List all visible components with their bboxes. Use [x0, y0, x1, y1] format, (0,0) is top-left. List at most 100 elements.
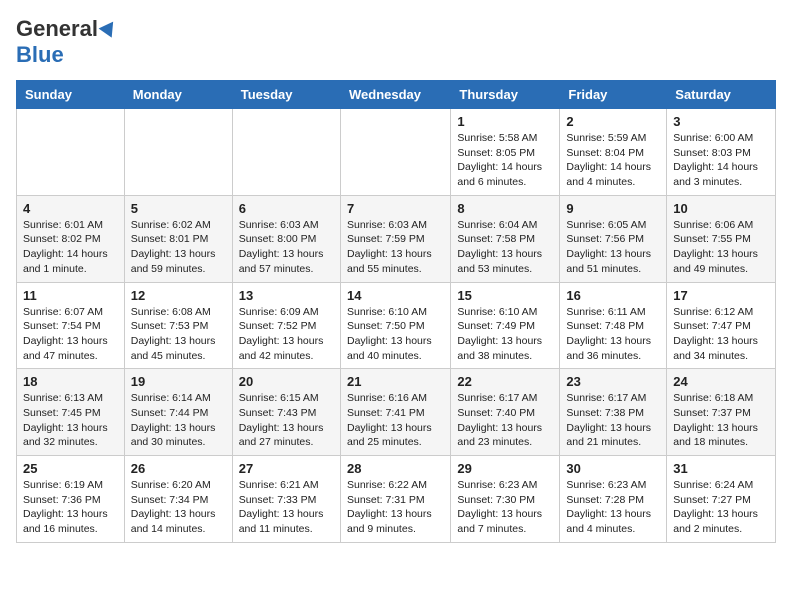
calendar-cell: [232, 109, 340, 196]
calendar-cell: 6 Sunrise: 6:03 AMSunset: 8:00 PMDaylight…: [232, 195, 340, 282]
cell-info-text: Sunrise: 6:21 AMSunset: 7:33 PMDaylight:…: [239, 478, 334, 537]
cell-info-text: Sunrise: 5:59 AMSunset: 8:04 PMDaylight:…: [566, 131, 660, 190]
cell-day-number: 18: [23, 374, 118, 389]
calendar-cell: 5 Sunrise: 6:02 AMSunset: 8:01 PMDaylight…: [124, 195, 232, 282]
weekday-header-sunday: Sunday: [17, 81, 125, 109]
cell-day-number: 27: [239, 461, 334, 476]
cell-info-text: Sunrise: 6:03 AMSunset: 7:59 PMDaylight:…: [347, 218, 444, 277]
calendar-cell: 20 Sunrise: 6:15 AMSunset: 7:43 PMDayligh…: [232, 369, 340, 456]
cell-info-text: Sunrise: 6:20 AMSunset: 7:34 PMDaylight:…: [131, 478, 226, 537]
cell-info-text: Sunrise: 6:19 AMSunset: 7:36 PMDaylight:…: [23, 478, 118, 537]
cell-day-number: 3: [673, 114, 769, 129]
cell-info-text: Sunrise: 6:10 AMSunset: 7:49 PMDaylight:…: [457, 305, 553, 364]
calendar-week-5: 25 Sunrise: 6:19 AMSunset: 7:36 PMDayligh…: [17, 456, 776, 543]
cell-info-text: Sunrise: 6:12 AMSunset: 7:47 PMDaylight:…: [673, 305, 769, 364]
calendar-cell: 3 Sunrise: 6:00 AMSunset: 8:03 PMDaylight…: [667, 109, 776, 196]
calendar-cell: [124, 109, 232, 196]
cell-info-text: Sunrise: 6:18 AMSunset: 7:37 PMDaylight:…: [673, 391, 769, 450]
calendar-cell: 1 Sunrise: 5:58 AMSunset: 8:05 PMDaylight…: [451, 109, 560, 196]
cell-info-text: Sunrise: 6:09 AMSunset: 7:52 PMDaylight:…: [239, 305, 334, 364]
cell-info-text: Sunrise: 6:08 AMSunset: 7:53 PMDaylight:…: [131, 305, 226, 364]
calendar-cell: 8Sunrise: 6:04 AMSunset: 7:58 PMDaylight…: [451, 195, 560, 282]
cell-day-number: 12: [131, 288, 226, 303]
calendar-cell: 2 Sunrise: 5:59 AMSunset: 8:04 PMDaylight…: [560, 109, 667, 196]
logo: General Blue: [16, 16, 116, 68]
calendar-week-3: 11 Sunrise: 6:07 AMSunset: 7:54 PMDayligh…: [17, 282, 776, 369]
calendar-cell: 26 Sunrise: 6:20 AMSunset: 7:34 PMDayligh…: [124, 456, 232, 543]
cell-info-text: Sunrise: 6:05 AMSunset: 7:56 PMDaylight:…: [566, 218, 660, 277]
cell-info-text: Sunrise: 6:24 AMSunset: 7:27 PMDaylight:…: [673, 478, 769, 537]
cell-info-text: Sunrise: 6:15 AMSunset: 7:43 PMDaylight:…: [239, 391, 334, 450]
calendar-cell: 27 Sunrise: 6:21 AMSunset: 7:33 PMDayligh…: [232, 456, 340, 543]
cell-day-number: 29: [457, 461, 553, 476]
cell-day-number: 2: [566, 114, 660, 129]
cell-day-number: 17: [673, 288, 769, 303]
cell-day-number: 1: [457, 114, 553, 129]
calendar-cell: 17 Sunrise: 6:12 AMSunset: 7:47 PMDayligh…: [667, 282, 776, 369]
cell-day-number: 19: [131, 374, 226, 389]
weekday-header-saturday: Saturday: [667, 81, 776, 109]
cell-info-text: Sunrise: 6:17 AMSunset: 7:40 PMDaylight:…: [457, 391, 553, 450]
cell-day-number: 22: [457, 374, 553, 389]
cell-day-number: 6: [239, 201, 334, 216]
cell-day-number: 25: [23, 461, 118, 476]
calendar-cell: 13Sunrise: 6:09 AMSunset: 7:52 PMDayligh…: [232, 282, 340, 369]
cell-info-text: Sunrise: 6:16 AMSunset: 7:41 PMDaylight:…: [347, 391, 444, 450]
cell-day-number: 14: [347, 288, 444, 303]
weekday-header-wednesday: Wednesday: [340, 81, 450, 109]
cell-info-text: Sunrise: 6:11 AMSunset: 7:48 PMDaylight:…: [566, 305, 660, 364]
calendar-cell: 12 Sunrise: 6:08 AMSunset: 7:53 PMDayligh…: [124, 282, 232, 369]
cell-info-text: Sunrise: 6:10 AMSunset: 7:50 PMDaylight:…: [347, 305, 444, 364]
calendar-cell: 4 Sunrise: 6:01 AMSunset: 8:02 PMDaylight…: [17, 195, 125, 282]
weekday-header-thursday: Thursday: [451, 81, 560, 109]
calendar-cell: [17, 109, 125, 196]
cell-info-text: Sunrise: 5:58 AMSunset: 8:05 PMDaylight:…: [457, 131, 553, 190]
cell-day-number: 24: [673, 374, 769, 389]
cell-info-text: Sunrise: 6:04 AMSunset: 7:58 PMDaylight:…: [457, 218, 553, 277]
calendar-cell: [340, 109, 450, 196]
cell-day-number: 20: [239, 374, 334, 389]
calendar-cell: 25 Sunrise: 6:19 AMSunset: 7:36 PMDayligh…: [17, 456, 125, 543]
calendar-week-1: 1 Sunrise: 5:58 AMSunset: 8:05 PMDaylight…: [17, 109, 776, 196]
calendar-week-2: 4 Sunrise: 6:01 AMSunset: 8:02 PMDaylight…: [17, 195, 776, 282]
cell-info-text: Sunrise: 6:23 AMSunset: 7:30 PMDaylight:…: [457, 478, 553, 537]
calendar-cell: 7 Sunrise: 6:03 AMSunset: 7:59 PMDaylight…: [340, 195, 450, 282]
cell-day-number: 30: [566, 461, 660, 476]
weekday-header-monday: Monday: [124, 81, 232, 109]
calendar-cell: 10Sunrise: 6:06 AMSunset: 7:55 PMDayligh…: [667, 195, 776, 282]
cell-info-text: Sunrise: 6:14 AMSunset: 7:44 PMDaylight:…: [131, 391, 226, 450]
cell-info-text: Sunrise: 6:00 AMSunset: 8:03 PMDaylight:…: [673, 131, 769, 190]
calendar-cell: 30Sunrise: 6:23 AMSunset: 7:28 PMDayligh…: [560, 456, 667, 543]
calendar-cell: 28 Sunrise: 6:22 AMSunset: 7:31 PMDayligh…: [340, 456, 450, 543]
cell-info-text: Sunrise: 6:01 AMSunset: 8:02 PMDaylight:…: [23, 218, 118, 277]
calendar-cell: 14 Sunrise: 6:10 AMSunset: 7:50 PMDayligh…: [340, 282, 450, 369]
page-header: General Blue: [16, 16, 776, 68]
cell-day-number: 5: [131, 201, 226, 216]
cell-day-number: 4: [23, 201, 118, 216]
weekday-header-friday: Friday: [560, 81, 667, 109]
logo-blue: Blue: [16, 42, 64, 68]
cell-day-number: 31: [673, 461, 769, 476]
cell-day-number: 26: [131, 461, 226, 476]
cell-info-text: Sunrise: 6:02 AMSunset: 8:01 PMDaylight:…: [131, 218, 226, 277]
cell-day-number: 11: [23, 288, 118, 303]
calendar-table: SundayMondayTuesdayWednesdayThursdayFrid…: [16, 80, 776, 543]
calendar-cell: 18 Sunrise: 6:13 AMSunset: 7:45 PMDayligh…: [17, 369, 125, 456]
cell-day-number: 10: [673, 201, 769, 216]
calendar-cell: 19 Sunrise: 6:14 AMSunset: 7:44 PMDayligh…: [124, 369, 232, 456]
cell-info-text: Sunrise: 6:03 AMSunset: 8:00 PMDaylight:…: [239, 218, 334, 277]
cell-info-text: Sunrise: 6:07 AMSunset: 7:54 PMDaylight:…: [23, 305, 118, 364]
cell-info-text: Sunrise: 6:17 AMSunset: 7:38 PMDaylight:…: [566, 391, 660, 450]
cell-info-text: Sunrise: 6:13 AMSunset: 7:45 PMDaylight:…: [23, 391, 118, 450]
calendar-cell: 11 Sunrise: 6:07 AMSunset: 7:54 PMDayligh…: [17, 282, 125, 369]
cell-day-number: 28: [347, 461, 444, 476]
calendar-cell: 31 Sunrise: 6:24 AMSunset: 7:27 PMDayligh…: [667, 456, 776, 543]
logo-icon: [99, 17, 120, 38]
cell-day-number: 9: [566, 201, 660, 216]
weekday-header-tuesday: Tuesday: [232, 81, 340, 109]
cell-day-number: 15: [457, 288, 553, 303]
cell-info-text: Sunrise: 6:22 AMSunset: 7:31 PMDaylight:…: [347, 478, 444, 537]
calendar-cell: 21Sunrise: 6:16 AMSunset: 7:41 PMDayligh…: [340, 369, 450, 456]
cell-day-number: 7: [347, 201, 444, 216]
calendar-cell: 23Sunrise: 6:17 AMSunset: 7:38 PMDayligh…: [560, 369, 667, 456]
